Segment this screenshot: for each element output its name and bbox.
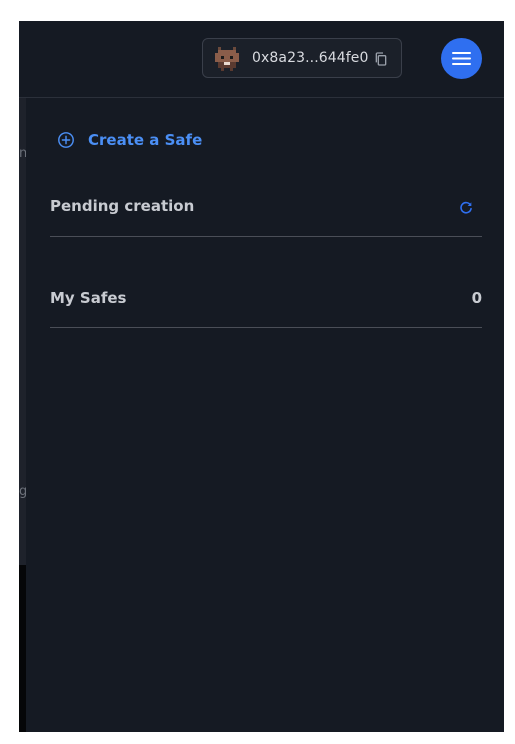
my-safes-count: 0: [471, 289, 482, 307]
app-viewport: n g 0x8a23...644fe0 Create a Safe Pendin…: [19, 21, 504, 732]
refresh-icon[interactable]: [458, 200, 474, 216]
top-bar: 0x8a23...644fe0: [19, 21, 504, 98]
my-safes-section[interactable]: My Safes 0: [50, 289, 482, 311]
hamburger-menu-icon: [452, 52, 471, 65]
safe-list-panel: Create a Safe Pending creation My Safes …: [26, 99, 504, 732]
account-chip[interactable]: 0x8a23...644fe0: [202, 38, 402, 78]
background-page: n g: [19, 98, 26, 732]
pending-creation-section: Pending creation: [50, 197, 482, 219]
divider: [50, 327, 482, 328]
my-safes-title: My Safes: [50, 289, 127, 307]
background-text-fragment: g: [19, 484, 26, 499]
copy-icon[interactable]: [373, 51, 389, 67]
account-address: 0x8a23...644fe0: [252, 50, 369, 66]
create-safe-label: Create a Safe: [88, 131, 203, 149]
create-safe-button[interactable]: Create a Safe: [57, 129, 202, 151]
menu-button[interactable]: [441, 38, 482, 79]
pending-creation-title: Pending creation: [50, 197, 195, 215]
robot-avatar-icon: [215, 47, 239, 71]
background-text-fragment: n: [19, 146, 26, 161]
background-dark-area: [19, 565, 26, 732]
divider: [50, 236, 482, 237]
plus-circle-icon: [58, 132, 74, 148]
